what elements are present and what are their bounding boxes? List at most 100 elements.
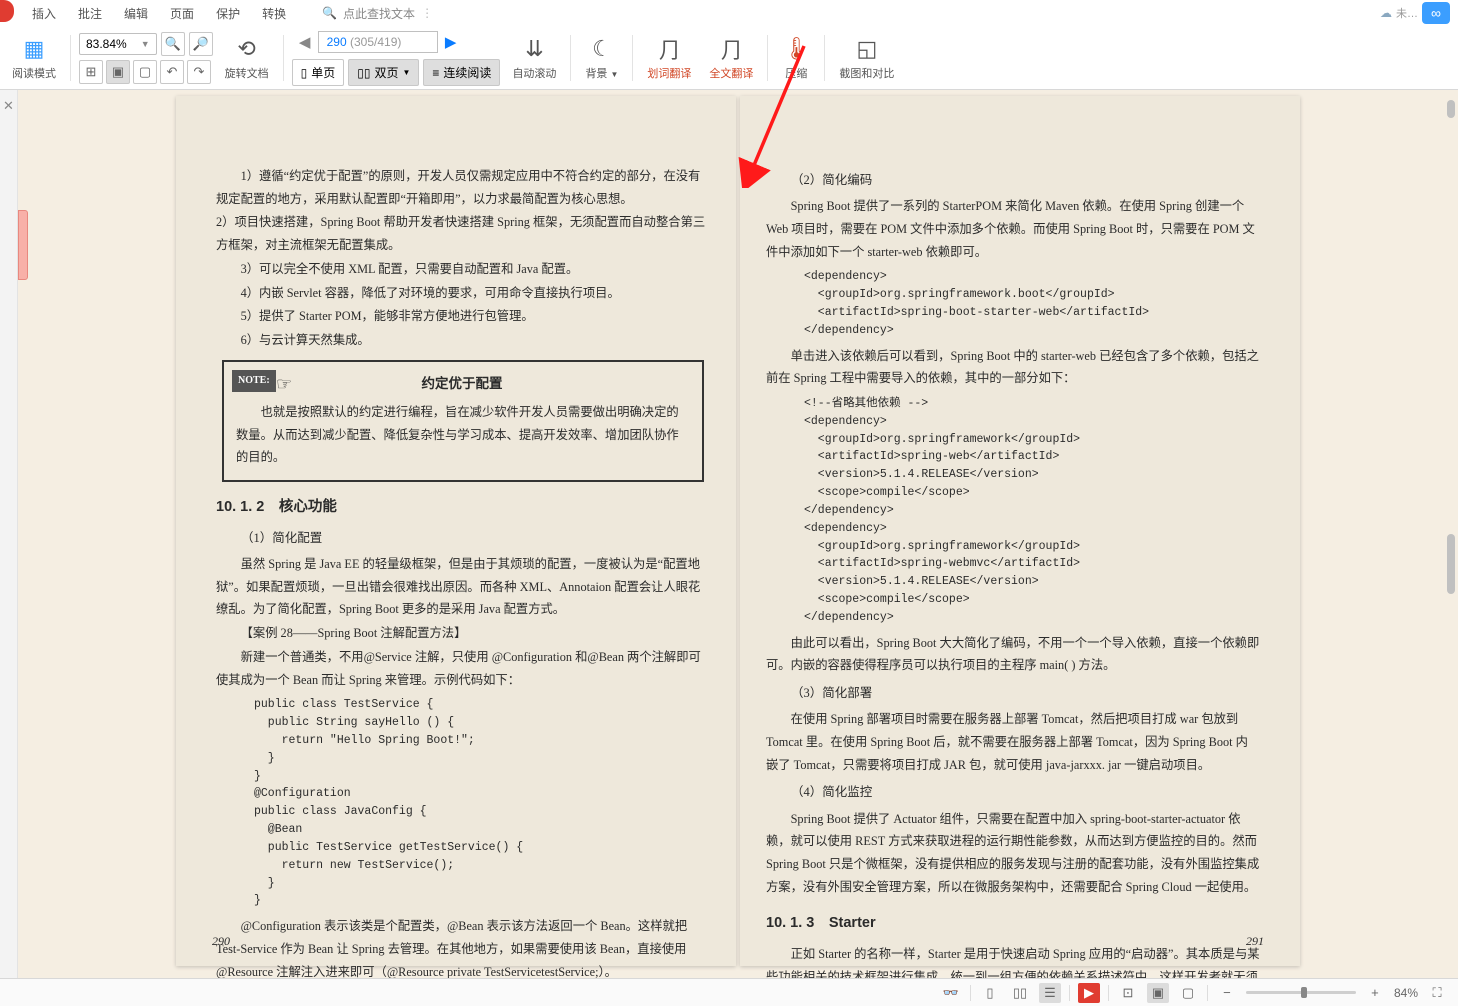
note-text: 也就是按照默认的约定进行编程，旨在减少软件开发人员需要做出明确决定的数量。从而达…: [236, 401, 688, 469]
screenshot-button[interactable]: ◱ 截图和对比: [833, 35, 900, 81]
zoom-percent-label: 84%: [1394, 986, 1418, 1000]
document-viewport[interactable]: 1）遵循“约定优于配置”的原则，开发人员仅需规定应用中不符合约定的部分，在没有规…: [18, 90, 1458, 978]
moon-icon: ☾: [592, 35, 612, 63]
fit-width-button[interactable]: ⊞: [79, 60, 103, 84]
body-text: 4）内嵌 Servlet 容器，降低了对环境的要求，可用命令直接执行项目。: [216, 282, 710, 305]
single-page-button[interactable]: ▯单页: [292, 59, 345, 86]
scroll-icon: ⇊: [525, 35, 543, 63]
body-text: 6）与云计算天然集成。: [216, 329, 710, 352]
body-text: 1）遵循“约定优于配置”的原则，开发人员仅需规定应用中不符合约定的部分，在没有规…: [216, 165, 710, 210]
screenshot-icon: ◱: [856, 35, 877, 63]
continuous-view-button[interactable]: ☰: [1039, 983, 1061, 1003]
subheading: （2）简化编码: [766, 169, 1260, 192]
body-text: 正如 Starter 的名称一样，Starter 是用于快速启动 Spring …: [766, 943, 1260, 978]
body-text: 由此可以看出，Spring Boot 大大简化了编码，不用一个一个导入依赖，直接…: [766, 632, 1260, 677]
code-block: <dependency> <groupId>org.springframewor…: [804, 268, 1260, 339]
rotate-doc-button[interactable]: ⟲ 旋转文档: [219, 35, 275, 81]
actual-size-button[interactable]: ▢: [133, 60, 157, 84]
cloud-text: 未…: [1396, 5, 1418, 21]
fit-width-status-button[interactable]: ⊡: [1117, 983, 1139, 1003]
share-button[interactable]: ∞: [1422, 2, 1450, 24]
eye-protect-button[interactable]: 👓: [940, 983, 962, 1003]
zoom-in-status-button[interactable]: +: [1364, 983, 1386, 1003]
body-text: 2）项目快速搭建，Spring Boot 帮助开发者快速搭建 Spring 框架…: [216, 211, 710, 256]
code-block: <!--省略其他依赖 --> <dependency> <groupId>org…: [804, 395, 1260, 627]
zoom-out-status-button[interactable]: −: [1216, 983, 1238, 1003]
left-panel: ✕: [0, 90, 18, 978]
double-page-icon: ▯▯: [357, 66, 370, 80]
bookmark-tab[interactable]: [18, 210, 28, 280]
cloud-sync-icon[interactable]: ☁: [1380, 6, 1392, 20]
fullscreen-button[interactable]: ⛶: [1426, 983, 1448, 1003]
chevron-down-icon: ▼: [402, 68, 410, 77]
menu-annotate[interactable]: 批注: [78, 5, 102, 22]
rotate-icon: ⟲: [237, 35, 255, 63]
rotate-right-button[interactable]: ↷: [187, 60, 211, 84]
menu-insert[interactable]: 插入: [32, 5, 56, 22]
status-bar: 👓 ▯ ▯▯ ☰ ▶ ⊡ ▣ ▢ − + 84% ⛶: [0, 978, 1458, 1006]
full-translate-button[interactable]: ⺆ 全文翻译: [703, 35, 759, 81]
page-right: （2）简化编码 Spring Boot 提供了一系列的 StarterPOM 来…: [740, 96, 1300, 966]
menu-edit[interactable]: 编辑: [124, 5, 148, 22]
menu-page[interactable]: 页面: [170, 5, 194, 22]
note-box: NOTE: ☞ 约定优于配置 也就是按照默认的约定进行编程，旨在减少软件开发人员…: [222, 360, 704, 482]
night-mode-button[interactable]: ☾ 背景 ▼: [579, 35, 624, 81]
subheading: （3）简化部署: [766, 682, 1260, 705]
menu-protect[interactable]: 保护: [216, 5, 240, 22]
page-left: 1）遵循“约定优于配置”的原则，开发人员仅需规定应用中不符合约定的部分，在没有规…: [176, 96, 736, 966]
fit-page-button[interactable]: ▣: [106, 60, 130, 84]
chevron-down-icon: ▼: [141, 39, 150, 49]
play-button[interactable]: ▶: [1078, 983, 1100, 1003]
page-number: 291: [1246, 930, 1264, 952]
subheading: （4）简化监控: [766, 781, 1260, 804]
body-text: 5）提供了 Starter POM，能够非常方便地进行包管理。: [216, 305, 710, 328]
chevron-down-icon: ▼: [611, 70, 619, 79]
note-title: 约定优于配置: [236, 372, 688, 397]
search-box[interactable]: 🔍 点此查找文本 ⋮: [322, 5, 433, 22]
body-text: 新建一个普通类，不用@Service 注解，只使用 @Configuration…: [216, 646, 710, 691]
menu-bar: 插入 批注 编辑 页面 保护 转换 🔍 点此查找文本 ⋮: [14, 0, 1458, 26]
single-page-icon: ▯: [301, 66, 308, 80]
auto-scroll-button[interactable]: ⇊ 自动滚动: [506, 35, 562, 81]
zoom-slider[interactable]: [1246, 991, 1356, 994]
body-text: Spring Boot 提供了一系列的 StarterPOM 来简化 Maven…: [766, 195, 1260, 263]
page-number-input[interactable]: 290 (305/419): [318, 31, 438, 53]
prev-page-button[interactable]: ◀: [292, 29, 318, 55]
body-text: Spring Boot 提供了 Actuator 组件，只需要在配置中加入 sp…: [766, 808, 1260, 899]
zoom-level-select[interactable]: 83.84%▼: [79, 33, 157, 55]
heading: 10. 1. 2 核心功能: [216, 494, 710, 521]
page-spread: 1）遵循“约定优于配置”的原则，开发人员仅需规定应用中不符合约定的部分，在没有规…: [176, 96, 1300, 978]
toolbar: ▦ 阅读模式 83.84%▼ 🔍 🔎 ⊞ ▣ ▢ ↶ ↷ ⟲ 旋转文档 ◀ 29…: [0, 26, 1458, 90]
translate-page-icon: ⺆: [720, 35, 742, 63]
kebab-icon: ⋮: [421, 6, 433, 20]
reading-mode-button[interactable]: ▦ 阅读模式: [6, 35, 62, 81]
continuous-icon: ≡: [432, 66, 439, 80]
scrollbar-thumb[interactable]: [1447, 534, 1455, 594]
note-label: NOTE:: [232, 370, 276, 393]
close-panel-button[interactable]: ✕: [0, 98, 17, 114]
case-title: 【案例 28——Spring Boot 注解配置方法】: [216, 622, 710, 645]
fit-page-status-button[interactable]: ▣: [1147, 983, 1169, 1003]
heading: 10. 1. 3 Starter: [766, 910, 1260, 937]
single-view-button[interactable]: ▯: [979, 983, 1001, 1003]
actual-status-button[interactable]: ▢: [1177, 983, 1199, 1003]
hand-icon: ☞: [276, 368, 292, 401]
search-icon: 🔍: [322, 6, 337, 20]
body-text: 单击进入该依赖后可以看到，Spring Boot 中的 starter-web …: [766, 345, 1260, 390]
double-view-button[interactable]: ▯▯: [1009, 983, 1031, 1003]
continuous-button[interactable]: ≡连续阅读: [423, 59, 500, 86]
file-tab[interactable]: [0, 0, 14, 22]
page-number: 290: [212, 930, 230, 952]
rotate-left-button[interactable]: ↶: [160, 60, 184, 84]
zoom-out-button[interactable]: 🔍: [161, 32, 185, 56]
body-text: @Configuration 表示该类是个配置类，@Bean 表示该方法返回一个…: [216, 915, 710, 978]
menu-convert[interactable]: 转换: [262, 5, 286, 22]
compress-button[interactable]: 🌡 压缩: [776, 35, 816, 81]
zoom-in-button[interactable]: 🔎: [189, 32, 213, 56]
search-placeholder: 点此查找文本: [343, 5, 415, 22]
scrollbar-thumb[interactable]: [1447, 100, 1455, 118]
infinity-icon: ∞: [1431, 5, 1441, 21]
next-page-button[interactable]: ▶: [438, 29, 464, 55]
word-translate-button[interactable]: ⺆ 划词翻译: [641, 35, 697, 81]
double-page-button[interactable]: ▯▯双页▼: [348, 59, 419, 86]
